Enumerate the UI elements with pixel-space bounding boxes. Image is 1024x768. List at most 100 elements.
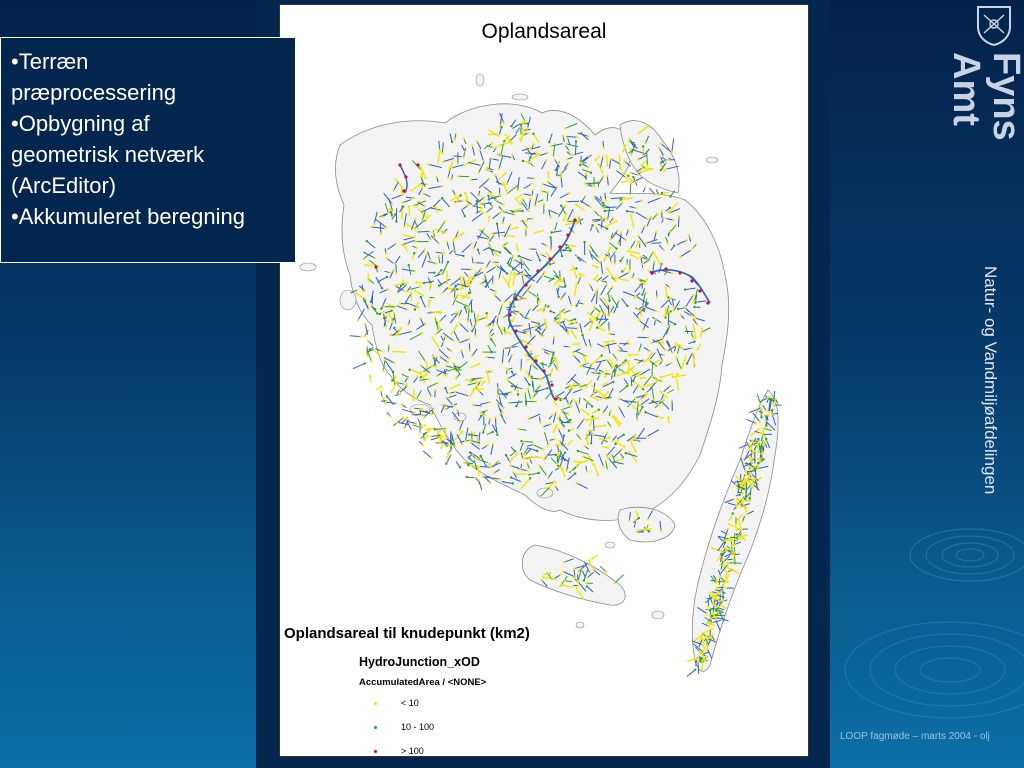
junction-point — [555, 185, 559, 188]
junction-point — [568, 388, 571, 391]
stream-segment — [478, 480, 483, 491]
junction-point — [408, 368, 411, 371]
junction-point — [666, 391, 669, 395]
junction-point — [421, 294, 425, 297]
stream-segment — [651, 364, 653, 377]
map-canvas — [299, 73, 782, 677]
junction-point — [770, 413, 774, 416]
junction-point — [491, 205, 495, 208]
junction-point — [540, 377, 543, 381]
junction-point — [370, 360, 373, 363]
junction-point — [553, 317, 557, 320]
junction-point — [660, 161, 663, 164]
junction-point — [490, 232, 494, 235]
junction-point — [511, 153, 514, 157]
junction-point — [721, 550, 724, 553]
junction-point — [621, 270, 624, 273]
junction-point — [643, 282, 646, 286]
junction-point — [618, 397, 621, 400]
junction-point — [719, 600, 722, 603]
junction-point — [706, 637, 709, 640]
junction-point — [389, 271, 392, 274]
junction-point — [648, 349, 651, 353]
junction-point — [633, 147, 636, 151]
junction-point — [475, 271, 478, 274]
junction-point — [631, 276, 634, 279]
junction-point — [600, 279, 603, 282]
junction-point — [660, 191, 664, 195]
junction-point — [467, 296, 471, 299]
junction-point — [655, 230, 658, 233]
junction-point — [584, 172, 588, 175]
stream-segment — [629, 353, 639, 356]
junction-point — [557, 162, 560, 165]
junction-point — [605, 454, 608, 457]
junction-point — [610, 261, 613, 264]
junction-point — [441, 252, 444, 255]
junction-point — [715, 609, 718, 612]
junction-point — [612, 380, 615, 384]
junction-point — [642, 384, 645, 388]
junction-point — [651, 250, 655, 254]
junction-point — [554, 484, 557, 488]
junction-point — [625, 176, 628, 180]
junction-point — [457, 315, 461, 318]
junction-point — [579, 132, 583, 135]
junction-point — [457, 366, 460, 369]
junction-point — [601, 273, 604, 276]
legend-symbol — [374, 702, 377, 705]
junction-point — [450, 140, 454, 144]
junction-point — [549, 236, 552, 239]
junction-point — [463, 215, 466, 218]
junction-point-large — [402, 189, 406, 193]
junction-point — [383, 358, 386, 362]
junction-point — [489, 335, 492, 338]
junction-point — [433, 236, 436, 239]
junction-point — [770, 409, 774, 412]
junction-point — [622, 433, 625, 436]
junction-point-large — [514, 297, 518, 301]
junction-point — [488, 215, 491, 218]
junction-point — [507, 140, 510, 144]
junction-point — [458, 420, 462, 424]
junction-point — [496, 153, 499, 156]
junction-point — [448, 392, 451, 395]
junction-point — [514, 289, 517, 293]
junction-point — [546, 387, 549, 390]
junction-point — [541, 274, 545, 277]
junction-point — [510, 385, 514, 388]
junction-point — [641, 405, 644, 409]
junction-point — [411, 423, 414, 426]
junction-point — [407, 376, 410, 379]
junction-point-large — [398, 163, 402, 167]
junction-point — [669, 384, 672, 387]
junction-point — [696, 348, 699, 351]
junction-point — [553, 229, 556, 232]
junction-point — [385, 226, 388, 229]
junction-point — [552, 319, 556, 323]
junction-point — [389, 415, 392, 418]
junction-point — [395, 381, 398, 384]
junction-point — [516, 226, 519, 229]
junction-point — [507, 282, 510, 285]
junction-point — [395, 421, 399, 424]
junction-point — [452, 248, 455, 252]
junction-point — [389, 333, 392, 337]
junction-point — [539, 421, 542, 424]
junction-point — [634, 295, 637, 298]
junction-point — [613, 581, 616, 585]
stream-segment — [630, 376, 633, 387]
junction-point — [560, 467, 564, 471]
stream-segment — [575, 141, 577, 155]
junction-point — [379, 389, 382, 393]
junction-point — [376, 312, 379, 315]
junction-point — [735, 504, 738, 507]
junction-point — [513, 450, 517, 453]
junction-point — [461, 442, 464, 446]
junction-point — [519, 203, 522, 206]
junction-point — [391, 370, 395, 374]
junction-point — [753, 477, 757, 480]
junction-point — [394, 334, 398, 337]
junction-point — [444, 386, 447, 390]
junction-point — [656, 379, 659, 382]
